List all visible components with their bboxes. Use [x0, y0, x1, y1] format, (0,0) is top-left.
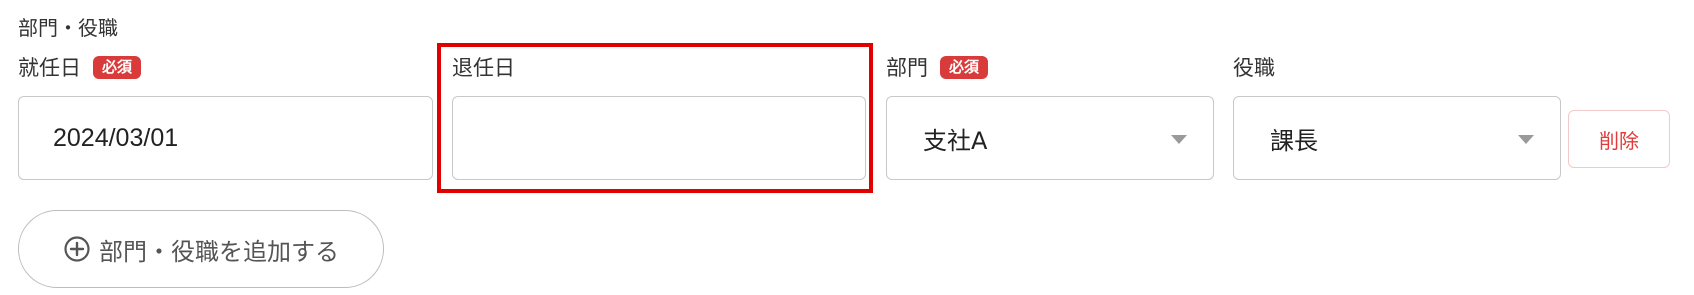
- add-department-position-button[interactable]: 部門・役職を追加する: [18, 210, 384, 288]
- chevron-down-icon: [1518, 135, 1534, 144]
- plus-circle-icon: [63, 235, 91, 263]
- position-select[interactable]: 課長: [1233, 96, 1561, 180]
- required-badge: 必須: [940, 55, 989, 79]
- highlight-box: [437, 43, 873, 193]
- start-date-label-group: 就任日 必須: [18, 52, 142, 82]
- start-date-label: 就任日: [18, 56, 81, 80]
- position-label: 役職: [1233, 56, 1275, 80]
- department-label-group: 部門 必須: [886, 52, 989, 82]
- department-label: 部門: [886, 56, 928, 80]
- start-date-value: 2024/03/01: [53, 123, 179, 152]
- delete-button[interactable]: 削除: [1568, 110, 1670, 168]
- chevron-down-icon: [1171, 135, 1187, 144]
- required-badge: 必須: [93, 55, 142, 79]
- position-label-group: 役職: [1233, 52, 1275, 82]
- start-date-input[interactable]: 2024/03/01: [18, 96, 433, 180]
- section-title: 部門・役職: [18, 16, 118, 40]
- position-selected-value: 課長: [1270, 126, 1318, 155]
- delete-button-label: 削除: [1599, 128, 1639, 153]
- add-button-label: 部門・役職を追加する: [99, 237, 339, 266]
- department-selected-value: 支社A: [923, 126, 988, 155]
- department-select[interactable]: 支社A: [886, 96, 1214, 180]
